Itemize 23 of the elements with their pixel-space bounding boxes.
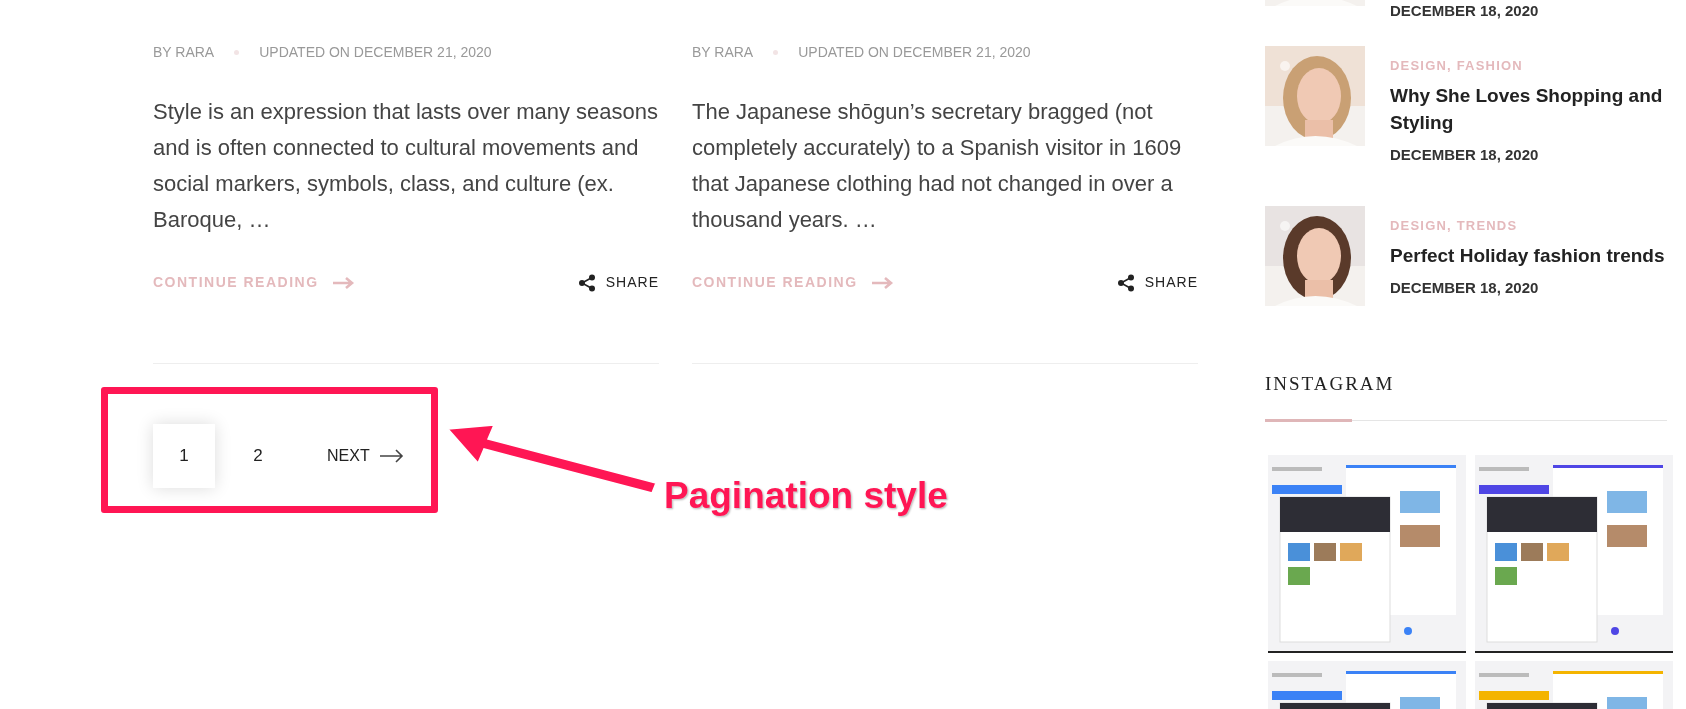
- post-date: DECEMBER 18, 2020: [1390, 277, 1540, 298]
- share-button[interactable]: SHARE: [1116, 272, 1198, 293]
- recent-post-title[interactable]: Perfect Holiday fashion trends: [1390, 241, 1665, 269]
- share-icon: [577, 273, 596, 292]
- share-button[interactable]: SHARE: [577, 272, 659, 293]
- share-icon: [1116, 273, 1135, 292]
- arrow-right-icon: [379, 449, 404, 463]
- dot-separator: [234, 50, 240, 55]
- post-date: UPDATED ON DECEMBER 21, 2020: [798, 43, 1031, 62]
- post-date: DECEMBER 18, 2020: [1390, 1, 1539, 21]
- arrow-right-icon: [332, 276, 355, 289]
- post-excerpt: The Japanese shōgun’s secretary bragged (not completely accurately) to a Spanish visitor in 1609 that Japanese clothing had not changed in over a thousand years. …: [692, 98, 1183, 234]
- widget-title: INSTAGRAM: [1265, 372, 1396, 396]
- post-date: UPDATED ON DECEMBER 21, 2020: [259, 43, 492, 62]
- annotation-label: Pagination style: [664, 474, 948, 518]
- post-excerpt: Style is an expression that lasts over many seasons and is often connected to cultural movements and social markers, symbols, class, and culture (ex. Baroque, …: [153, 98, 659, 234]
- arrow-right-icon: [871, 276, 894, 289]
- recent-post-title[interactable]: Why She Loves Shopping and Styling: [1390, 81, 1667, 136]
- next-page-link[interactable]: NEXT: [327, 444, 404, 468]
- post-date: DECEMBER 18, 2020: [1390, 144, 1540, 165]
- page-link[interactable]: 2: [227, 424, 289, 488]
- page-link[interactable]: 1: [153, 424, 215, 488]
- dot-separator: [773, 50, 779, 55]
